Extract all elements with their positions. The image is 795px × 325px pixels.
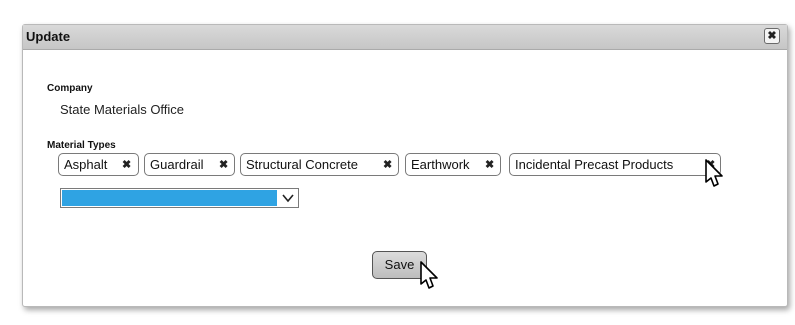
material-type-select[interactable] <box>60 188 299 208</box>
remove-chip-icon[interactable]: ✖ <box>485 158 494 171</box>
company-label: Company <box>47 83 93 94</box>
chip-structural-concrete: Structural Concrete ✖ <box>240 153 399 176</box>
select-highlight <box>62 190 277 206</box>
remove-chip-icon[interactable]: ✖ <box>219 158 228 171</box>
chip-label: Structural Concrete <box>246 157 358 172</box>
dialog-title: Update <box>26 29 71 44</box>
close-icon: ✖ <box>767 30 777 42</box>
company-value: State Materials Office <box>60 102 185 117</box>
chip-label: Incidental Precast Products <box>515 157 674 172</box>
remove-chip-icon[interactable]: ✖ <box>383 158 392 171</box>
chevron-down-icon <box>282 194 294 203</box>
chip-label: Earthwork <box>411 157 470 172</box>
close-button[interactable]: ✖ <box>764 28 780 44</box>
material-types-label: Material Types <box>47 140 116 151</box>
chip-asphalt: Asphalt ✖ <box>58 153 139 176</box>
mouse-pointer-icon <box>705 159 723 187</box>
update-dialog: Update ✖ Company State Materials Office … <box>22 24 788 307</box>
chip-guardrail: Guardrail ✖ <box>144 153 235 176</box>
remove-chip-icon[interactable]: ✖ <box>122 158 131 171</box>
chip-earthwork: Earthwork ✖ <box>405 153 501 176</box>
chip-label: Asphalt <box>64 157 108 172</box>
dialog-titlebar: Update ✖ <box>23 25 787 50</box>
chip-label: Guardrail <box>150 157 204 172</box>
chip-incidental-precast-products: Incidental Precast Products ✖ <box>509 153 721 176</box>
mouse-pointer-icon <box>420 261 438 289</box>
